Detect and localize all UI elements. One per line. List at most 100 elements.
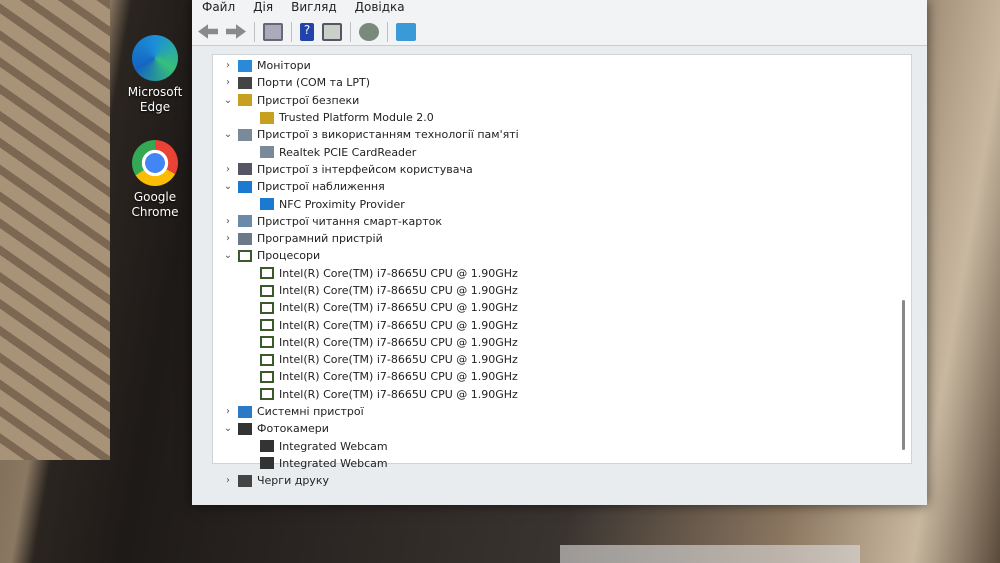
desktop-icon-label: Microsoft Edge (127, 85, 183, 114)
chevron-right-icon[interactable]: › (221, 60, 235, 71)
software-icon (238, 232, 252, 245)
tree-item[interactable]: Intel(R) Core(TM) i7-8665U CPU @ 1.90GHz (213, 282, 911, 299)
chevron-down-icon[interactable]: ⌄ (221, 95, 235, 106)
cpu-icon (260, 267, 274, 280)
device-manager-window: Файл Дія Вигляд Довідка ? › Монітори › Порти (… (192, 0, 927, 505)
tree-item-label: Процесори (257, 249, 321, 263)
taskbar (560, 545, 860, 563)
tree-item[interactable]: Intel(R) Core(TM) i7-8665U CPU @ 1.90GHz (213, 351, 911, 368)
tree-item-label: Пристрої безпеки (257, 93, 360, 107)
tree-item[interactable]: Integrated Webcam (213, 438, 911, 455)
tree-item[interactable]: Realtek PCIE CardReader (213, 143, 911, 160)
chevron-down-icon[interactable]: ⌄ (221, 129, 235, 140)
tree-item-label: Integrated Webcam (279, 439, 388, 453)
tree-item[interactable]: › Пристрої читання смарт-карток (213, 213, 911, 230)
camera-icon (260, 457, 274, 470)
chevron-right-icon[interactable]: › (221, 475, 235, 486)
tree-item[interactable]: Intel(R) Core(TM) i7-8665U CPU @ 1.90GHz (213, 265, 911, 282)
tree-item[interactable]: ⌄ Фотокамери (213, 420, 911, 437)
tree-item-label: Черги друку (257, 474, 329, 488)
tree-item-label: Intel(R) Core(TM) i7-8665U CPU @ 1.90GHz (279, 318, 518, 332)
tree-item-label: Intel(R) Core(TM) i7-8665U CPU @ 1.90GHz (279, 335, 518, 349)
edge-icon (132, 35, 178, 81)
tree-item[interactable]: NFC Proximity Provider (213, 195, 911, 212)
chevron-right-icon[interactable]: › (221, 216, 235, 227)
console-tree-icon[interactable] (263, 22, 283, 41)
port-icon (238, 76, 252, 89)
proximity-icon (260, 198, 274, 211)
toolbar: ? (192, 18, 927, 46)
toolbar-separator (387, 21, 388, 42)
tree-item-label: Пристрої наближення (257, 180, 385, 194)
update-driver-icon[interactable] (359, 22, 379, 41)
tree-item[interactable]: Intel(R) Core(TM) i7-8665U CPU @ 1.90GHz (213, 316, 911, 333)
tree-item-label: NFC Proximity Provider (279, 197, 405, 211)
chevron-right-icon[interactable]: › (221, 406, 235, 417)
memory-icon (238, 128, 252, 141)
tree-item[interactable]: › Програмний пристрій (213, 230, 911, 247)
menu-item[interactable]: Дія (253, 0, 273, 18)
tree-item-label: Intel(R) Core(TM) i7-8665U CPU @ 1.90GHz (279, 353, 518, 367)
security-icon (260, 111, 274, 124)
tree-item[interactable]: ⌄ Процесори (213, 247, 911, 264)
chrome-icon (132, 140, 178, 186)
tree-item[interactable]: Intel(R) Core(TM) i7-8665U CPU @ 1.90GHz (213, 368, 911, 385)
help-icon[interactable]: ? (300, 22, 314, 41)
chevron-down-icon[interactable]: ⌄ (221, 423, 235, 434)
chevron-down-icon[interactable]: ⌄ (221, 250, 235, 261)
camera-icon (238, 422, 252, 435)
tree-item-label: Фотокамери (257, 422, 329, 436)
chevron-right-icon[interactable]: › (221, 164, 235, 175)
tree-item[interactable]: ⌄ Пристрої з використанням технології пам… (213, 126, 911, 143)
tree-item-label: Порти (COM та LPT) (257, 76, 371, 90)
tree-item[interactable]: Intel(R) Core(TM) i7-8665U CPU @ 1.90GHz (213, 334, 911, 351)
toolbar-separator (291, 21, 292, 42)
cpu-icon (260, 370, 274, 383)
tree-item-label: Системні пристрої (257, 405, 364, 419)
tree-item-label: Монітори (257, 59, 311, 73)
tree-item[interactable]: ⌄ Пристрої наближення (213, 178, 911, 195)
tree-item[interactable]: Intel(R) Core(TM) i7-8665U CPU @ 1.90GHz (213, 299, 911, 316)
wallpaper (0, 0, 110, 460)
desktop-icon-label: Google Chrome (131, 190, 179, 219)
tree-item[interactable]: Trusted Platform Module 2.0 (213, 109, 911, 126)
chevron-down-icon[interactable]: ⌄ (221, 181, 235, 192)
tree-item-label: Пристрої з використанням технології пам'… (257, 128, 519, 142)
tree-item[interactable]: › Монітори (213, 57, 911, 74)
security-icon (238, 94, 252, 107)
printer-icon (238, 474, 252, 487)
toolbar-separator (254, 21, 255, 42)
tree-item[interactable]: › Системні пристрої (213, 403, 911, 420)
chevron-right-icon[interactable]: › (221, 77, 235, 88)
smartcard-icon (238, 215, 252, 228)
tree-item-label: Програмний пристрій (257, 232, 383, 246)
desktop-icon-edge[interactable]: Microsoft Edge (125, 35, 185, 115)
tree-item-label: Integrated Webcam (279, 456, 388, 470)
tree-item[interactable]: Intel(R) Core(TM) i7-8665U CPU @ 1.90GHz (213, 386, 911, 403)
forward-icon[interactable] (226, 24, 246, 39)
menu-item[interactable]: Вигляд (291, 0, 337, 18)
scan-hardware-icon[interactable] (396, 22, 416, 41)
tree-item-label: Intel(R) Core(TM) i7-8665U CPU @ 1.90GHz (279, 387, 518, 401)
cpu-icon (260, 353, 274, 366)
camera-icon (260, 440, 274, 453)
menu-item[interactable]: Файл (202, 0, 235, 18)
menu-item[interactable]: Довідка (355, 0, 405, 18)
chevron-right-icon[interactable]: › (221, 233, 235, 244)
tree-item[interactable]: › Порти (COM та LPT) (213, 74, 911, 91)
cpu-icon (260, 301, 274, 314)
tree-item-label: Intel(R) Core(TM) i7-8665U CPU @ 1.90GHz (279, 266, 518, 280)
monitor-icon (238, 59, 252, 72)
device-tree[interactable]: › Монітори › Порти (COM та LPT) ⌄ Пристрої бе… (212, 54, 912, 487)
tree-item[interactable]: Integrated Webcam (213, 455, 911, 472)
tree-item-label: Intel(R) Core(TM) i7-8665U CPU @ 1.90GHz (279, 284, 518, 297)
tree-item[interactable]: › Черги друку (213, 472, 911, 489)
properties-icon[interactable] (322, 22, 342, 41)
tree-item[interactable]: › Пристрої з інтерфейсом користувача (213, 161, 911, 178)
back-icon[interactable] (198, 24, 218, 39)
cpu-icon (260, 284, 274, 297)
tree-item-label: Пристрої з інтерфейсом користувача (257, 162, 473, 176)
desktop-icon-chrome[interactable]: Google Chrome (125, 140, 185, 220)
tree-item[interactable]: ⌄ Пристрої безпеки (213, 92, 911, 109)
scrollbar[interactable] (902, 300, 905, 450)
